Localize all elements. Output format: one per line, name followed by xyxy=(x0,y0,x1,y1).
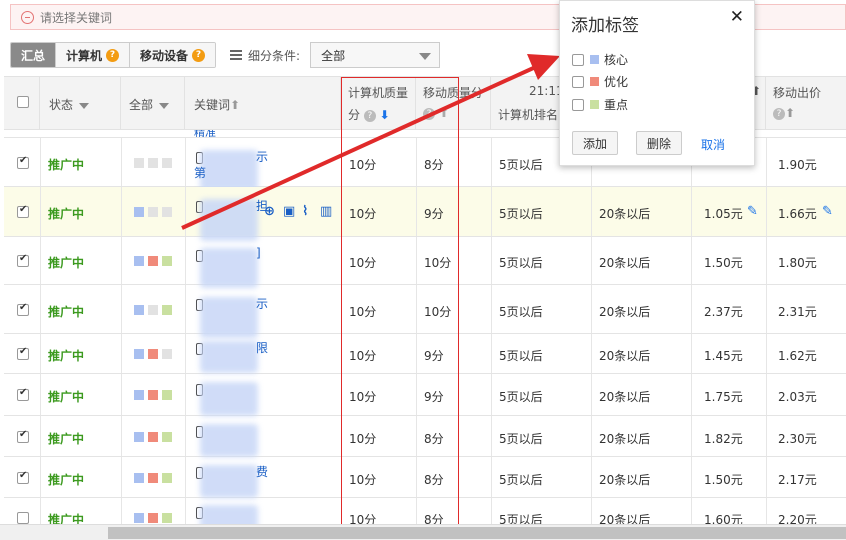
tag-option-label: 优化 xyxy=(604,75,629,89)
tag-option[interactable]: 重点 xyxy=(572,96,628,113)
horizontal-scrollbar[interactable] xyxy=(0,524,846,540)
tag-color-square xyxy=(590,77,599,86)
tag-option[interactable]: 优化 xyxy=(572,73,628,90)
cancel-link[interactable]: 取消 xyxy=(701,136,725,153)
tag-option[interactable]: 核心 xyxy=(572,51,628,68)
tag-color-square xyxy=(590,100,599,109)
popup-title: 添加标签 xyxy=(571,16,639,36)
tag-option-checkbox[interactable] xyxy=(572,75,584,88)
arrow-shaft xyxy=(181,63,541,230)
scrollbar-thumb[interactable] xyxy=(108,527,846,539)
close-icon[interactable]: ✕ xyxy=(730,7,744,27)
tag-color-square xyxy=(590,55,599,64)
add-tag-popup: 添加标签 ✕ 核心优化重点 添加 删除 取消 xyxy=(559,0,755,166)
tag-option-label: 核心 xyxy=(604,53,629,67)
tag-option-label: 重点 xyxy=(604,98,629,112)
tag-option-checkbox[interactable] xyxy=(572,53,584,66)
delete-button[interactable]: 删除 xyxy=(636,131,682,155)
add-button[interactable]: 添加 xyxy=(572,131,618,155)
tag-option-checkbox[interactable] xyxy=(572,98,584,111)
